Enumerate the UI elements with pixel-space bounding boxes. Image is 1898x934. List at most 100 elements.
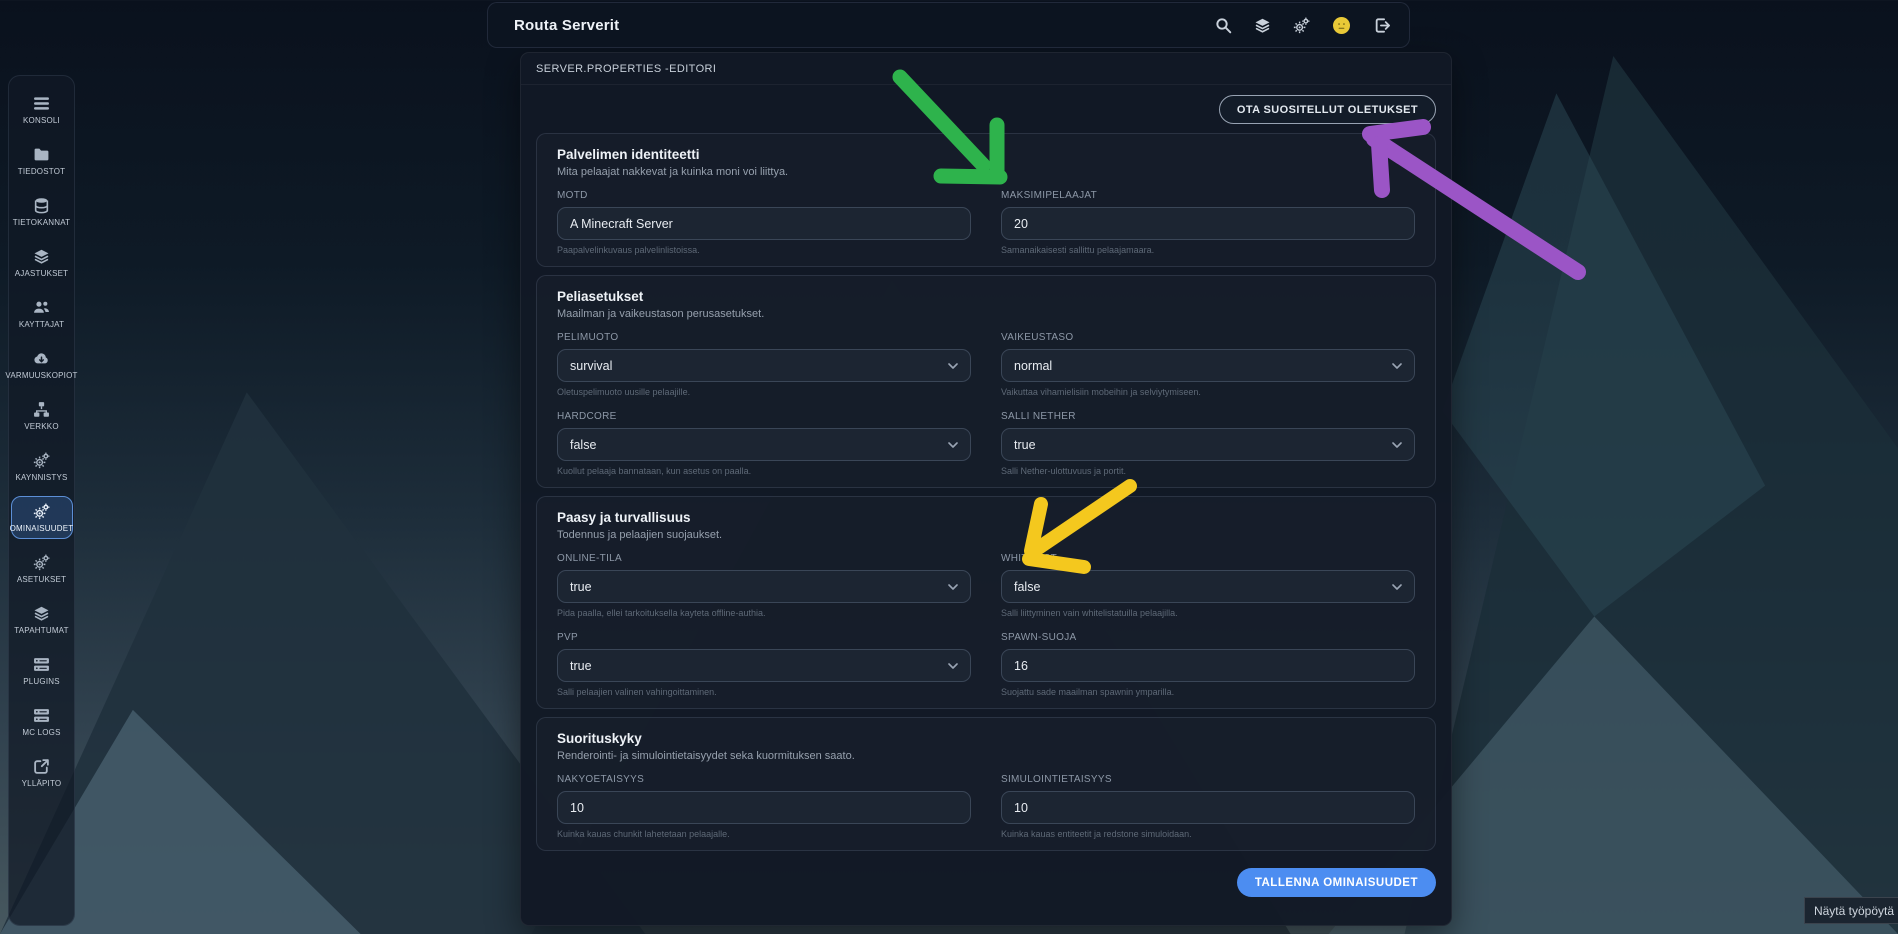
field-spawn-suoja: SPAWN-SUOJASuojattu sade maailman spawni… <box>1001 632 1415 697</box>
chevron-down-icon <box>1392 363 1402 369</box>
field-whitelist: WHITELIST false Salli liittyminen vain whi… <box>1001 553 1415 618</box>
selected-value: true <box>570 580 592 594</box>
field-help: Kuinka kauas entiteetit ja redstone simu… <box>1001 829 1415 839</box>
sidebar-item-label: MC LOGS <box>22 728 60 737</box>
sidebar-item-plugins[interactable]: PLUGINS <box>11 649 73 692</box>
simulointietaisyys-input[interactable] <box>1001 791 1415 824</box>
console-icon <box>33 95 50 112</box>
pvp-select[interactable]: true <box>557 649 971 682</box>
chevron-down-icon <box>948 584 958 590</box>
sidebar-item-tapahtumat[interactable]: TAPAHTUMAT <box>11 598 73 641</box>
chevron-down-icon <box>948 663 958 669</box>
field-help: Samanaikaisesti sallittu pelaajamaara. <box>1001 245 1415 255</box>
sidebar-item-label: VERKKO <box>24 422 59 431</box>
section-description: Renderointi- ja simulointietaisyydet sek… <box>557 750 1415 762</box>
sidebar-item-label: KONSOLI <box>23 116 60 125</box>
sidebar-item-label: KAYTTAJAT <box>19 320 64 329</box>
field-label: VAIKEUSTASO <box>1001 332 1415 343</box>
sidebar-item-ajastukset[interactable]: AJASTUKSET <box>11 241 73 284</box>
sidebar-item-varmuuskopiot[interactable]: VARMUUSKOPIOT <box>11 343 73 386</box>
field-salli-nether: SALLI NETHER true Salli Nether-ulottuvuus … <box>1001 411 1415 476</box>
network-icon <box>33 401 50 418</box>
sidebar-item-ominaisuudet[interactable]: OMINAISUUDET <box>11 496 73 539</box>
field-hardcore: HARDCOREfalseKuollut pelaaja bannataan, … <box>557 411 971 476</box>
sidebar-item-label: PLUGINS <box>23 677 60 686</box>
sidebar-item-konsoli[interactable]: KONSOLI <box>11 88 73 131</box>
search-icon[interactable] <box>1214 16 1232 34</box>
sidebar-item-yll-pito[interactable]: YLLÄPITO <box>11 751 73 794</box>
field-nakyoetaisyys: NAKYOETAISYYSKuinka kauas chunkit lahete… <box>557 774 971 839</box>
field-label: PELIMUOTO <box>557 332 971 343</box>
save-properties-button[interactable]: TALLENNA OMINAISUUDET <box>1237 868 1436 897</box>
field-label: WHITELIST <box>1001 553 1415 564</box>
sidebar-item-verkko[interactable]: VERKKO <box>11 394 73 437</box>
top-bar: Routa Serverit <box>487 2 1410 48</box>
section-description: Maailman ja vaikeustason perusasetukset. <box>557 308 1415 320</box>
pelimuoto-select[interactable]: survival <box>557 349 971 382</box>
gears-icon <box>33 452 50 469</box>
sidebar-item-asetukset[interactable]: ASETUKSET <box>11 547 73 590</box>
gears-icon <box>33 554 50 571</box>
field-label: ONLINE-TILA <box>557 553 971 564</box>
sidebar-item-kaynnistys[interactable]: KAYNNISTYS <box>11 445 73 488</box>
nakyoetaisyys-input[interactable] <box>557 791 971 824</box>
field-label: NAKYOETAISYYS <box>557 774 971 785</box>
show-desktop-tooltip[interactable]: Näytä työpöytä <box>1804 897 1898 924</box>
database-icon <box>33 197 50 214</box>
motd-input[interactable] <box>557 207 971 240</box>
sidebar-item-label: TAPAHTUMAT <box>14 626 68 635</box>
sidebar-nav: KONSOLI TIEDOSTOT TIETOKANNAT AJASTUKSET KAY… <box>8 75 75 926</box>
gears-icon[interactable] <box>1292 16 1310 34</box>
chevron-down-icon <box>948 442 958 448</box>
sidebar-item-label: KAYNNISTYS <box>15 473 67 482</box>
field-help: Salli liittyminen vain whitelistatuilla … <box>1001 608 1415 618</box>
layers-icon[interactable] <box>1253 16 1271 34</box>
online-tila-select[interactable]: true <box>557 570 971 603</box>
selected-value: normal <box>1014 359 1052 373</box>
sidebar-item-label: ASETUKSET <box>17 575 66 584</box>
field-label: PVP <box>557 632 971 643</box>
sidebar-item-kayttajat[interactable]: KAYTTAJAT <box>11 292 73 335</box>
field-label: SALLI NETHER <box>1001 411 1415 422</box>
layers-icon <box>33 248 50 265</box>
field-pelimuoto: PELIMUOTOsurvivalOletuspelimuoto uusille… <box>557 332 971 397</box>
maksimipelaajat-input[interactable] <box>1001 207 1415 240</box>
sidebar-item-mc-logs[interactable]: MC LOGS <box>11 700 73 743</box>
panel-body: OTA SUOSITELLUT OLETUKSET Palvelimen ide… <box>521 85 1451 925</box>
section-title: Palvelimen identiteetti <box>557 147 1415 162</box>
chevron-down-icon <box>948 363 958 369</box>
section-peliasetukset: PeliasetuksetMaailman ja vaikeustason pe… <box>536 275 1436 488</box>
user-avatar[interactable] <box>1331 15 1352 36</box>
field-label: HARDCORE <box>557 411 971 422</box>
section-field-grid: MOTDPaapalvelinkuvaus palvelinlistoissa.… <box>557 190 1415 255</box>
field-online-tila: ONLINE-TILAtruePida paalla, ellei tarkoi… <box>557 553 971 618</box>
section-paasy-ja-turvallisuus: Paasy ja turvallisuusTodennus ja pelaaji… <box>536 496 1436 709</box>
selected-value: survival <box>570 359 612 373</box>
sidebar-item-tietokannat[interactable]: TIETOKANNAT <box>11 190 73 233</box>
recommended-defaults-button[interactable]: OTA SUOSITELLUT OLETUKSET <box>1219 95 1436 124</box>
topbar-icon-group <box>1214 15 1391 36</box>
section-title: Paasy ja turvallisuus <box>557 510 1415 525</box>
section-field-grid: NAKYOETAISYYSKuinka kauas chunkit lahete… <box>557 774 1415 839</box>
sidebar-item-tiedostot[interactable]: TIEDOSTOT <box>11 139 73 182</box>
selected-value: false <box>1014 580 1040 594</box>
logout-icon[interactable] <box>1373 16 1391 34</box>
section-suorituskyky: SuorituskykyRenderointi- ja simulointiet… <box>536 717 1436 851</box>
field-pvp: PVP true Salli pelaajien valinen vahingoit… <box>557 632 971 697</box>
field-simulointietaisyys: SIMULOINTIETAISYYS Kuinka kauas entiteeti… <box>1001 774 1415 839</box>
selected-value: true <box>1014 438 1036 452</box>
field-help: Salli Nether-ulottuvuus ja portit. <box>1001 466 1415 476</box>
hardcore-select[interactable]: false <box>557 428 971 461</box>
cloud-download-icon <box>33 350 50 367</box>
chevron-down-icon <box>1392 584 1402 590</box>
whitelist-select[interactable]: false <box>1001 570 1415 603</box>
field-label: MAKSIMIPELAAJAT <box>1001 190 1415 201</box>
sidebar-item-label: YLLÄPITO <box>22 779 62 788</box>
spawn-suoja-input[interactable] <box>1001 649 1415 682</box>
vaikeustaso-select[interactable]: normal <box>1001 349 1415 382</box>
salli-nether-select[interactable]: true <box>1001 428 1415 461</box>
section-description: Mita pelaajat nakkevat ja kuinka moni vo… <box>557 166 1415 178</box>
server-icon <box>33 707 50 724</box>
field-help: Salli pelaajien valinen vahingoittaminen… <box>557 687 971 697</box>
field-label: SIMULOINTIETAISYYS <box>1001 774 1415 785</box>
